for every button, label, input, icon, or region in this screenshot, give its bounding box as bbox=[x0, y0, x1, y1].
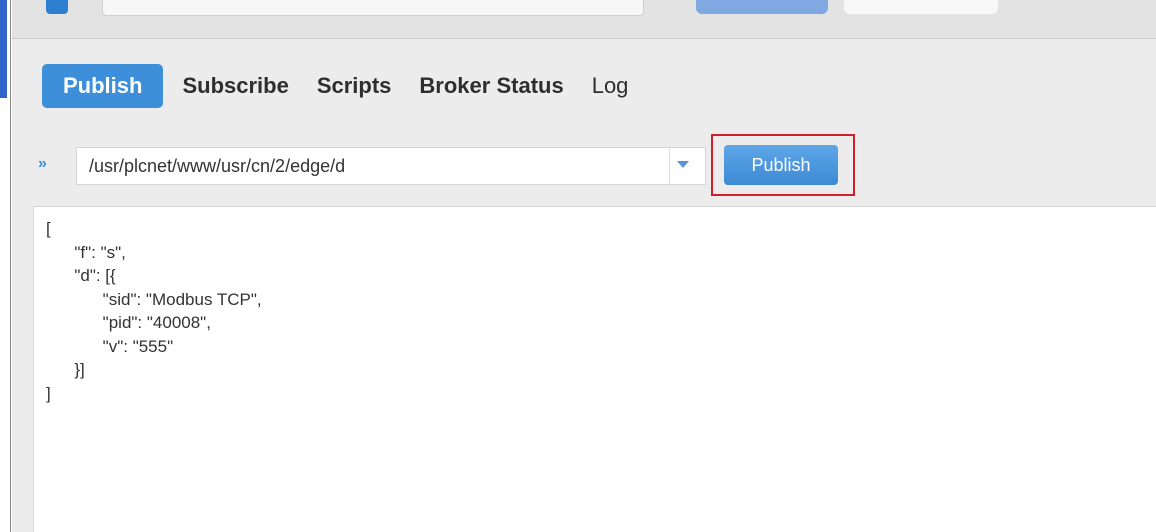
double-chevron-right-icon[interactable]: » bbox=[38, 155, 47, 173]
window-left-edge bbox=[0, 0, 12, 532]
dropdown-divider bbox=[669, 148, 670, 184]
tab-subscribe[interactable]: Subscribe bbox=[171, 65, 299, 107]
mqtt-client-window: Publish Subscribe Scripts Broker Status … bbox=[0, 0, 1156, 532]
topic-input[interactable] bbox=[77, 148, 669, 184]
message-payload[interactable]: [ "f": "s", "d": [{ "sid": "Modbus TCP",… bbox=[46, 217, 262, 405]
tab-log[interactable]: Log bbox=[581, 65, 640, 107]
window-border bbox=[10, 0, 11, 532]
connection-toolbar bbox=[12, 0, 1156, 39]
disconnect-button[interactable] bbox=[844, 0, 998, 14]
connect-button[interactable] bbox=[696, 0, 828, 14]
message-editor[interactable]: [ "f": "s", "d": [{ "sid": "Modbus TCP",… bbox=[33, 206, 1156, 532]
chevron-down-icon[interactable] bbox=[677, 161, 689, 168]
broker-profile-field[interactable] bbox=[102, 0, 644, 16]
tab-scripts[interactable]: Scripts bbox=[306, 65, 403, 107]
topic-combobox bbox=[76, 147, 706, 185]
window-accent-bar bbox=[0, 0, 7, 98]
tab-broker-status[interactable]: Broker Status bbox=[408, 65, 574, 107]
main-tabs: Publish Subscribe Scripts Broker Status … bbox=[42, 62, 645, 110]
publish-button[interactable]: Publish bbox=[724, 145, 838, 185]
toolbar-button[interactable] bbox=[46, 0, 68, 14]
tab-publish[interactable]: Publish bbox=[42, 64, 164, 108]
